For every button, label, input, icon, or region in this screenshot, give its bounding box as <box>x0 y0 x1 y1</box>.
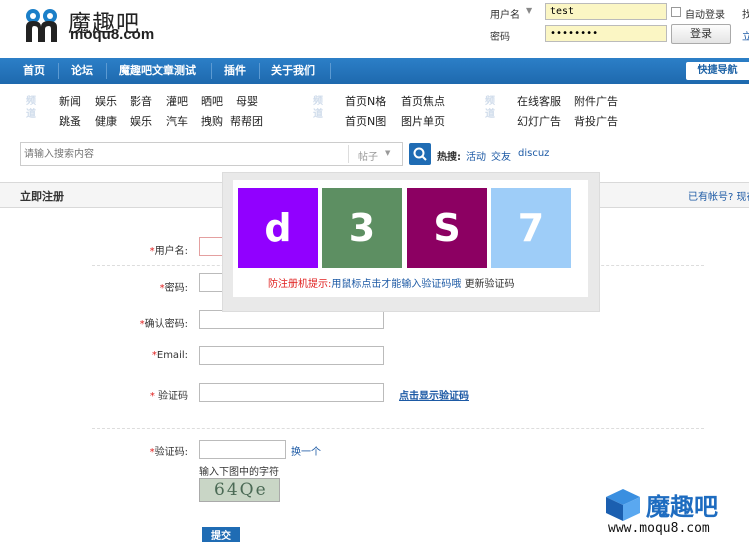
change-captcha-link[interactable]: 换一个 <box>291 443 321 458</box>
chevron-down-icon[interactable]: ▼ <box>526 6 532 15</box>
nav-about[interactable]: 关于我们 <box>271 58 315 84</box>
search-icon <box>413 147 427 161</box>
subnav-link[interactable]: 首页N格 <box>345 93 386 109</box>
subnav-link[interactable]: 背投广告 <box>574 113 618 129</box>
nav-home[interactable]: 首页 <box>23 58 45 84</box>
confirm-password-input[interactable] <box>199 310 384 329</box>
subnav-link[interactable]: 帮帮团 <box>230 113 263 129</box>
auto-login-label: 自动登录 <box>685 10 725 21</box>
captcha2-input[interactable] <box>199 440 286 459</box>
subnav-link[interactable]: 娱乐 <box>130 113 152 129</box>
subnav-link[interactable]: 晒吧 <box>201 93 223 109</box>
captcha-field-label: * 验证码 <box>149 391 188 402</box>
nav-divider <box>58 63 59 79</box>
subnav-link[interactable]: 健康 <box>95 113 117 129</box>
subnav-link[interactable]: 拽购 <box>201 113 223 129</box>
chevron-down-icon[interactable]: ▼ <box>385 149 390 157</box>
search-input[interactable] <box>24 145 324 163</box>
subnav-group-tag: 频道 <box>26 96 36 120</box>
email-field-label: *Email: <box>151 350 188 361</box>
subnav-link[interactable]: 影音 <box>130 93 152 109</box>
auto-login-checkbox[interactable] <box>671 7 681 17</box>
logo-icon[interactable] <box>24 7 60 43</box>
nav-divider <box>259 63 260 79</box>
captcha-tile[interactable]: d <box>238 188 318 268</box>
search-button[interactable] <box>409 143 431 165</box>
hot-search-label: 热搜: <box>437 152 461 163</box>
subnav-link[interactable]: 汽车 <box>166 113 188 129</box>
captcha-tip: 防注册机提示:用鼠标点击才能输入验证码哦 更新验证码 <box>268 279 515 290</box>
find-password-link[interactable]: 找 <box>742 6 749 21</box>
subnav-link[interactable]: 跳蚤 <box>59 113 81 129</box>
captcha-image: 64Qe <box>199 478 280 502</box>
subnav-link[interactable]: 娱乐 <box>95 93 117 109</box>
nav-plugins[interactable]: 插件 <box>224 58 246 84</box>
hot-search-term[interactable]: discuz <box>518 148 549 159</box>
password-input[interactable] <box>545 25 667 42</box>
nav-forum[interactable]: 论坛 <box>71 58 93 84</box>
captcha-tile[interactable]: S <box>407 188 487 268</box>
subnav-link[interactable]: 图片单页 <box>401 113 445 129</box>
search-scope-select[interactable]: 帖子 <box>358 148 378 163</box>
captcha-tile[interactable]: 7 <box>491 188 571 268</box>
brand-domain[interactable]: moqu8.com <box>70 26 154 43</box>
nav-divider <box>330 63 331 79</box>
email-input[interactable] <box>199 346 384 365</box>
subnav-group-tag: 频道 <box>485 96 495 120</box>
username-label: 用户名 <box>490 10 520 21</box>
username-field-label: *用户名: <box>149 246 188 257</box>
subnav-link[interactable]: 在线客服 <box>517 93 561 109</box>
subnav-link[interactable]: 灌吧 <box>166 93 188 109</box>
hot-search-term[interactable]: 活动 <box>466 148 486 163</box>
subnav-link[interactable]: 幻灯广告 <box>517 113 561 129</box>
subnav-group-tag: 频道 <box>313 96 323 120</box>
row-divider <box>92 428 704 429</box>
search-divider <box>348 145 349 163</box>
submit-button[interactable]: 提交 <box>202 527 240 542</box>
show-captcha-link[interactable]: 点击显示验证码 <box>399 387 469 402</box>
subnav-link[interactable]: 首页焦点 <box>401 93 445 109</box>
nav-divider <box>106 63 107 79</box>
register-link[interactable]: 立 <box>742 28 749 43</box>
login-now-link[interactable]: 已有帐号? 现在 <box>688 188 749 203</box>
hot-search-term[interactable]: 交友 <box>491 148 511 163</box>
quick-nav-button[interactable]: 快捷导航 <box>686 62 749 80</box>
subnav-link[interactable]: 新闻 <box>59 93 81 109</box>
confirm-password-label: *确认密码: <box>139 319 188 330</box>
captcha2-field-label: *验证码: <box>149 447 188 458</box>
refresh-captcha-link[interactable]: 更新验证码 <box>465 279 515 290</box>
nav-divider <box>211 63 212 79</box>
watermark-url: www.moqu8.com <box>608 521 710 536</box>
register-title: 立即注册 <box>20 190 64 203</box>
main-nav <box>0 58 749 84</box>
nav-articles[interactable]: 魔趣吧文章测试 <box>119 58 196 84</box>
reg-username-input[interactable] <box>199 237 223 256</box>
captcha-input[interactable] <box>199 383 384 402</box>
reg-password-input[interactable] <box>199 273 223 292</box>
subnav-link[interactable]: 母婴 <box>236 93 258 109</box>
username-input[interactable] <box>545 3 667 20</box>
captcha-tile[interactable]: 3 <box>322 188 402 268</box>
password-label: 密码 <box>490 32 510 43</box>
login-button[interactable]: 登录 <box>671 24 731 44</box>
password-field-label: *密码: <box>159 283 188 294</box>
subnav-link[interactable]: 首页N图 <box>345 113 386 129</box>
watermark-brand: 魔趣吧 <box>646 493 718 521</box>
captcha-hint: 输入下图中的字符 <box>199 467 279 478</box>
watermark-logo-icon <box>604 487 642 523</box>
subnav-link[interactable]: 附件广告 <box>574 93 618 109</box>
